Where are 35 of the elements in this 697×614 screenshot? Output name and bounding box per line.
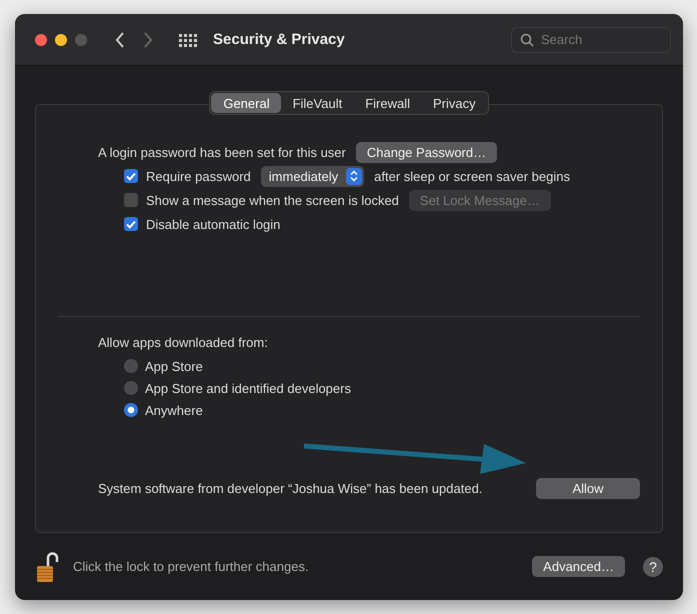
checkbox[interactable] — [124, 169, 138, 183]
close-button[interactable] — [35, 34, 47, 46]
option-label: after sleep or screen saver begins — [374, 168, 570, 184]
lock-message: Click the lock to prevent further changes. — [73, 559, 309, 574]
section-label: Allow apps downloaded from: — [98, 334, 268, 350]
checkbox[interactable] — [124, 193, 138, 207]
forward-icon[interactable] — [143, 32, 153, 48]
checkbox[interactable] — [124, 217, 138, 231]
change-password-button[interactable]: Change Password… — [356, 142, 498, 162]
update-message: System software from developer “Joshua Wise” has been updated. — [98, 481, 482, 496]
minimize-button[interactable] — [55, 34, 67, 46]
advanced-button[interactable]: Advanced… — [532, 556, 625, 577]
tab[interactable]: FileVault — [280, 93, 354, 113]
option-label: Disable automatic login — [146, 216, 280, 232]
radio-label: App Store and identified developers — [145, 380, 351, 396]
grid-icon[interactable] — [179, 32, 197, 48]
stepper-icon — [350, 170, 358, 182]
radio-label: Anywhere — [145, 402, 203, 418]
option-label: Show a message when the screen is locked — [146, 192, 399, 208]
tab[interactable]: General — [211, 93, 281, 113]
radio-label: App Store — [145, 358, 203, 374]
option-label: Require password — [146, 168, 251, 184]
allow-button[interactable]: Allow — [536, 478, 640, 499]
window-title: Security & Privacy — [213, 31, 345, 48]
search-field[interactable]: Search — [511, 26, 671, 52]
radio-button[interactable] — [124, 359, 138, 373]
help-button[interactable]: ? — [643, 556, 663, 576]
password-label: A login password has been set for this user — [98, 144, 346, 160]
unlocked-padlock-icon[interactable] — [35, 550, 59, 584]
back-icon[interactable] — [115, 32, 125, 48]
radio-button[interactable] — [124, 403, 138, 417]
radio-button[interactable] — [124, 381, 138, 395]
tab[interactable]: Privacy — [421, 93, 487, 113]
delay-dropdown[interactable]: immediately — [260, 166, 364, 186]
tab[interactable]: Firewall — [353, 93, 422, 113]
